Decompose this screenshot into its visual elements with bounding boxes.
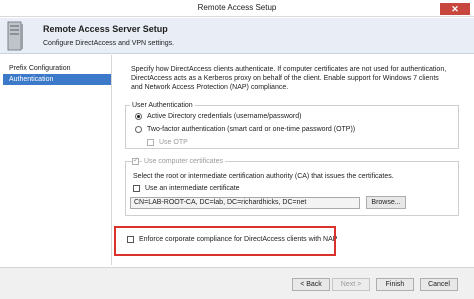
user-authentication-title: User Authentication (130, 101, 195, 110)
wizard-header: Remote Access Server Setup Configure Dir… (0, 18, 474, 54)
intermediate-certificate-label: Use an intermediate certificate (145, 185, 240, 192)
wizard-nav: Prefix Configuration Authentication (0, 55, 112, 265)
finish-button[interactable]: Finish (376, 278, 414, 291)
use-computer-certificates-label: Use computer certificates (142, 157, 225, 166)
radio-two-factor-label: Two-factor authentication (smart card or… (147, 126, 356, 133)
use-otp-label: Use OTP (159, 139, 188, 146)
wizard-footer: < Back Next > Finish Cancel (0, 267, 474, 299)
nap-highlight-box (114, 226, 336, 256)
window-titlebar: Remote Access Setup ✕ (0, 0, 474, 17)
radio-active-directory[interactable] (135, 113, 142, 120)
nav-item-prefix-configuration[interactable]: Prefix Configuration (3, 63, 111, 74)
browse-button[interactable]: Browse... (366, 196, 406, 209)
page-subheading: Configure DirectAccess and VPN settings. (43, 40, 175, 47)
page-heading: Remote Access Server Setup (43, 24, 168, 34)
page-description: Specify how DirectAccess clients authent… (131, 66, 447, 91)
nav-item-authentication[interactable]: Authentication (3, 74, 111, 85)
certificates-instruction: Select the root or intermediate certific… (133, 173, 394, 180)
ca-path-field[interactable]: CN=LAB-ROOT-CA, DC=lab, DC=richardhicks,… (130, 197, 360, 209)
use-otp-checkbox[interactable] (147, 139, 154, 146)
server-icon (7, 21, 23, 51)
cancel-button[interactable]: Cancel (420, 278, 458, 291)
back-button[interactable]: < Back (292, 278, 330, 291)
use-computer-certificates-checkbox[interactable] (132, 156, 139, 165)
radio-active-directory-label: Active Directory credentials (username/p… (147, 113, 302, 120)
intermediate-certificate-checkbox[interactable] (133, 185, 140, 192)
close-icon[interactable]: ✕ (440, 3, 470, 15)
radio-two-factor[interactable] (135, 126, 142, 133)
next-button[interactable]: Next > (332, 278, 370, 291)
window-title: Remote Access Setup (197, 3, 277, 12)
